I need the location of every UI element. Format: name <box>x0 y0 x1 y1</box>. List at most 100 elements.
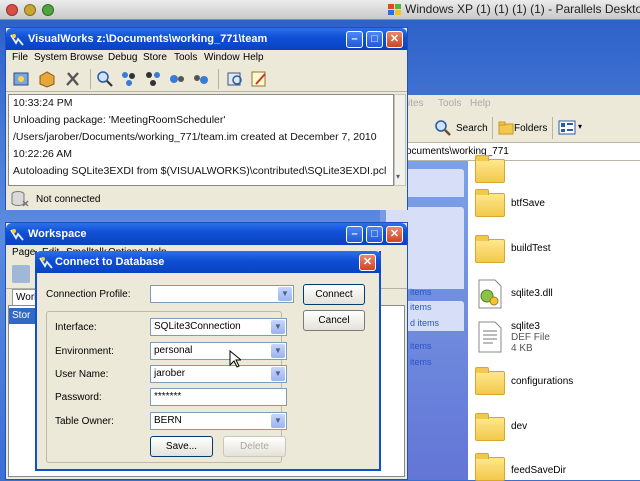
menu-tools[interactable]: Tools <box>174 52 197 63</box>
file-name[interactable]: feedSaveDir <box>511 465 566 476</box>
def-file-icon[interactable] <box>475 321 505 353</box>
class-browser-icon[interactable] <box>120 70 138 88</box>
chevron-down-icon[interactable]: ▼ <box>271 320 285 334</box>
file-name[interactable]: buildTest <box>511 243 550 254</box>
password-label: Password: <box>55 392 102 403</box>
table-owner-value: BERN <box>154 415 182 426</box>
mac-zoom-button[interactable] <box>42 4 54 16</box>
menu-debug[interactable]: Debug <box>108 52 137 63</box>
file-name[interactable]: configurations <box>511 376 573 387</box>
file-name[interactable]: dev <box>511 421 527 432</box>
minimize-button[interactable]: – <box>346 226 363 243</box>
task-link[interactable]: d items <box>410 318 439 328</box>
mouse-cursor-icon <box>229 350 241 368</box>
explorer-search-button[interactable]: Search <box>456 123 488 134</box>
menu-store[interactable]: Store <box>143 52 167 63</box>
mac-close-button[interactable] <box>6 4 18 16</box>
maximize-button[interactable]: □ <box>366 31 383 48</box>
inspector-icon[interactable] <box>226 70 244 88</box>
environment-label: Environment: <box>55 346 114 357</box>
launcher-toolbar <box>6 66 407 92</box>
transcript-line: 10:22:26 AM <box>13 148 72 160</box>
profile-label: Connection Profile: <box>46 289 131 300</box>
delete-button[interactable]: Delete <box>223 436 286 457</box>
mac-minimize-button[interactable] <box>24 4 36 16</box>
save-button[interactable]: Save... <box>150 436 213 457</box>
workspace-icon[interactable] <box>250 70 268 88</box>
task-link[interactable]: items <box>410 357 432 367</box>
table-owner-combo[interactable]: BERN ▼ <box>150 412 287 430</box>
chevron-down-icon[interactable]: ▼ <box>278 287 292 301</box>
chevron-down-icon[interactable]: ▼ <box>271 367 285 381</box>
folder-icon[interactable] <box>475 155 505 183</box>
launcher-title: VisualWorks z:\Documents\working_771\tea… <box>28 33 268 45</box>
address-path: ocuments\working_771 <box>406 146 509 157</box>
dialog-close-button[interactable]: ✕ <box>359 254 376 271</box>
toolbar-divider <box>90 69 91 89</box>
chevron-down-icon[interactable]: ▼ <box>271 414 285 428</box>
menu-browse[interactable]: Browse <box>70 52 103 63</box>
file-name[interactable]: sqlite3.dll <box>511 288 553 299</box>
task-link[interactable]: items <box>410 341 432 351</box>
menu-help[interactable]: Help <box>243 52 264 63</box>
dll-file-icon[interactable] <box>475 279 505 309</box>
chevron-down-icon[interactable]: ▾ <box>578 122 582 131</box>
file-name[interactable]: sqlite3 <box>511 321 540 332</box>
workspace-titlebar[interactable]: Workspace – □ ✕ <box>6 223 407 245</box>
folder-icon[interactable] <box>475 453 505 481</box>
windows-flag-icon <box>388 4 401 15</box>
launcher-titlebar[interactable]: VisualWorks z:\Documents\working_771\tea… <box>6 28 407 50</box>
chevron-down-icon[interactable]: ▼ <box>271 344 285 358</box>
password-value: ******* <box>154 391 182 402</box>
folder-icon[interactable] <box>475 235 505 263</box>
transcript-line: Autoloading SQLite3EXDI from $(VISUALWOR… <box>13 165 387 177</box>
interface-combo[interactable]: SQLite3Connection ▼ <box>150 318 287 336</box>
parcel-icon[interactable] <box>38 70 56 88</box>
transcript-pane[interactable]: 10:33:24 PM Unloading package: 'MeetingR… <box>8 94 394 186</box>
explorer-menu-tools[interactable]: Tools <box>438 98 461 109</box>
environment-combo[interactable]: personal ▼ <box>150 342 287 360</box>
folder-icon[interactable] <box>475 189 505 217</box>
scroll-down-icon[interactable]: ▾ <box>396 172 400 181</box>
menu-system[interactable]: System <box>34 52 67 63</box>
folder-icon[interactable] <box>475 367 505 395</box>
task-link[interactable]: items <box>410 302 432 312</box>
views-icon[interactable] <box>558 119 578 137</box>
file-name[interactable]: btfSave <box>511 198 545 209</box>
explorer-menu-help[interactable]: Help <box>470 98 491 109</box>
minimize-button[interactable]: – <box>346 31 363 48</box>
menu-window[interactable]: Window <box>204 52 240 63</box>
interface-value: SQLite3Connection <box>154 321 241 332</box>
toolbar-divider <box>552 117 553 139</box>
host-titlebar: Windows XP (1) (1) (1) (1) - Parallels D… <box>0 0 640 20</box>
transcript-line: 10:33:24 PM <box>13 97 73 109</box>
password-field[interactable]: ******* <box>150 388 287 406</box>
explorer-folders-button[interactable]: Folders <box>514 123 547 134</box>
explorer-window: ites Tools Help Search Folders ▾ ocument… <box>380 95 640 481</box>
close-button[interactable]: ✕ <box>386 31 403 48</box>
tools-icon[interactable] <box>64 70 82 88</box>
dialog-title: Connect to Database <box>55 256 165 268</box>
senders-icon[interactable] <box>168 70 186 88</box>
implementors-icon[interactable] <box>192 70 210 88</box>
transcript-scrollbar[interactable]: ▾ <box>394 94 406 186</box>
connect-button[interactable]: Connect <box>303 284 365 305</box>
explorer-address-bar[interactable]: ocuments\working_771 <box>380 143 640 161</box>
task-link[interactable]: items <box>410 287 432 297</box>
username-combo[interactable]: jarober ▼ <box>150 365 287 383</box>
folder-icon[interactable] <box>475 413 505 441</box>
explorer-menu-favorites[interactable]: ites <box>408 98 424 109</box>
maximize-button[interactable]: □ <box>366 226 383 243</box>
menu-file[interactable]: File <box>12 52 28 63</box>
toolbar-icon[interactable] <box>12 265 30 283</box>
connection-profile-combo[interactable]: ▼ <box>150 285 294 303</box>
menu-page[interactable]: Page <box>12 247 35 258</box>
cancel-button[interactable]: Cancel <box>303 310 365 331</box>
save-image-icon[interactable] <box>12 70 30 88</box>
close-button[interactable]: ✕ <box>386 226 403 243</box>
browser-icon[interactable] <box>96 70 114 88</box>
visualworks-icon <box>10 34 24 46</box>
hierarchy-icon[interactable] <box>144 70 162 88</box>
dialog-titlebar[interactable]: Connect to Database ✕ <box>35 251 381 273</box>
transcript-line: Unloading package: 'MeetingRoomScheduler… <box>13 114 226 126</box>
